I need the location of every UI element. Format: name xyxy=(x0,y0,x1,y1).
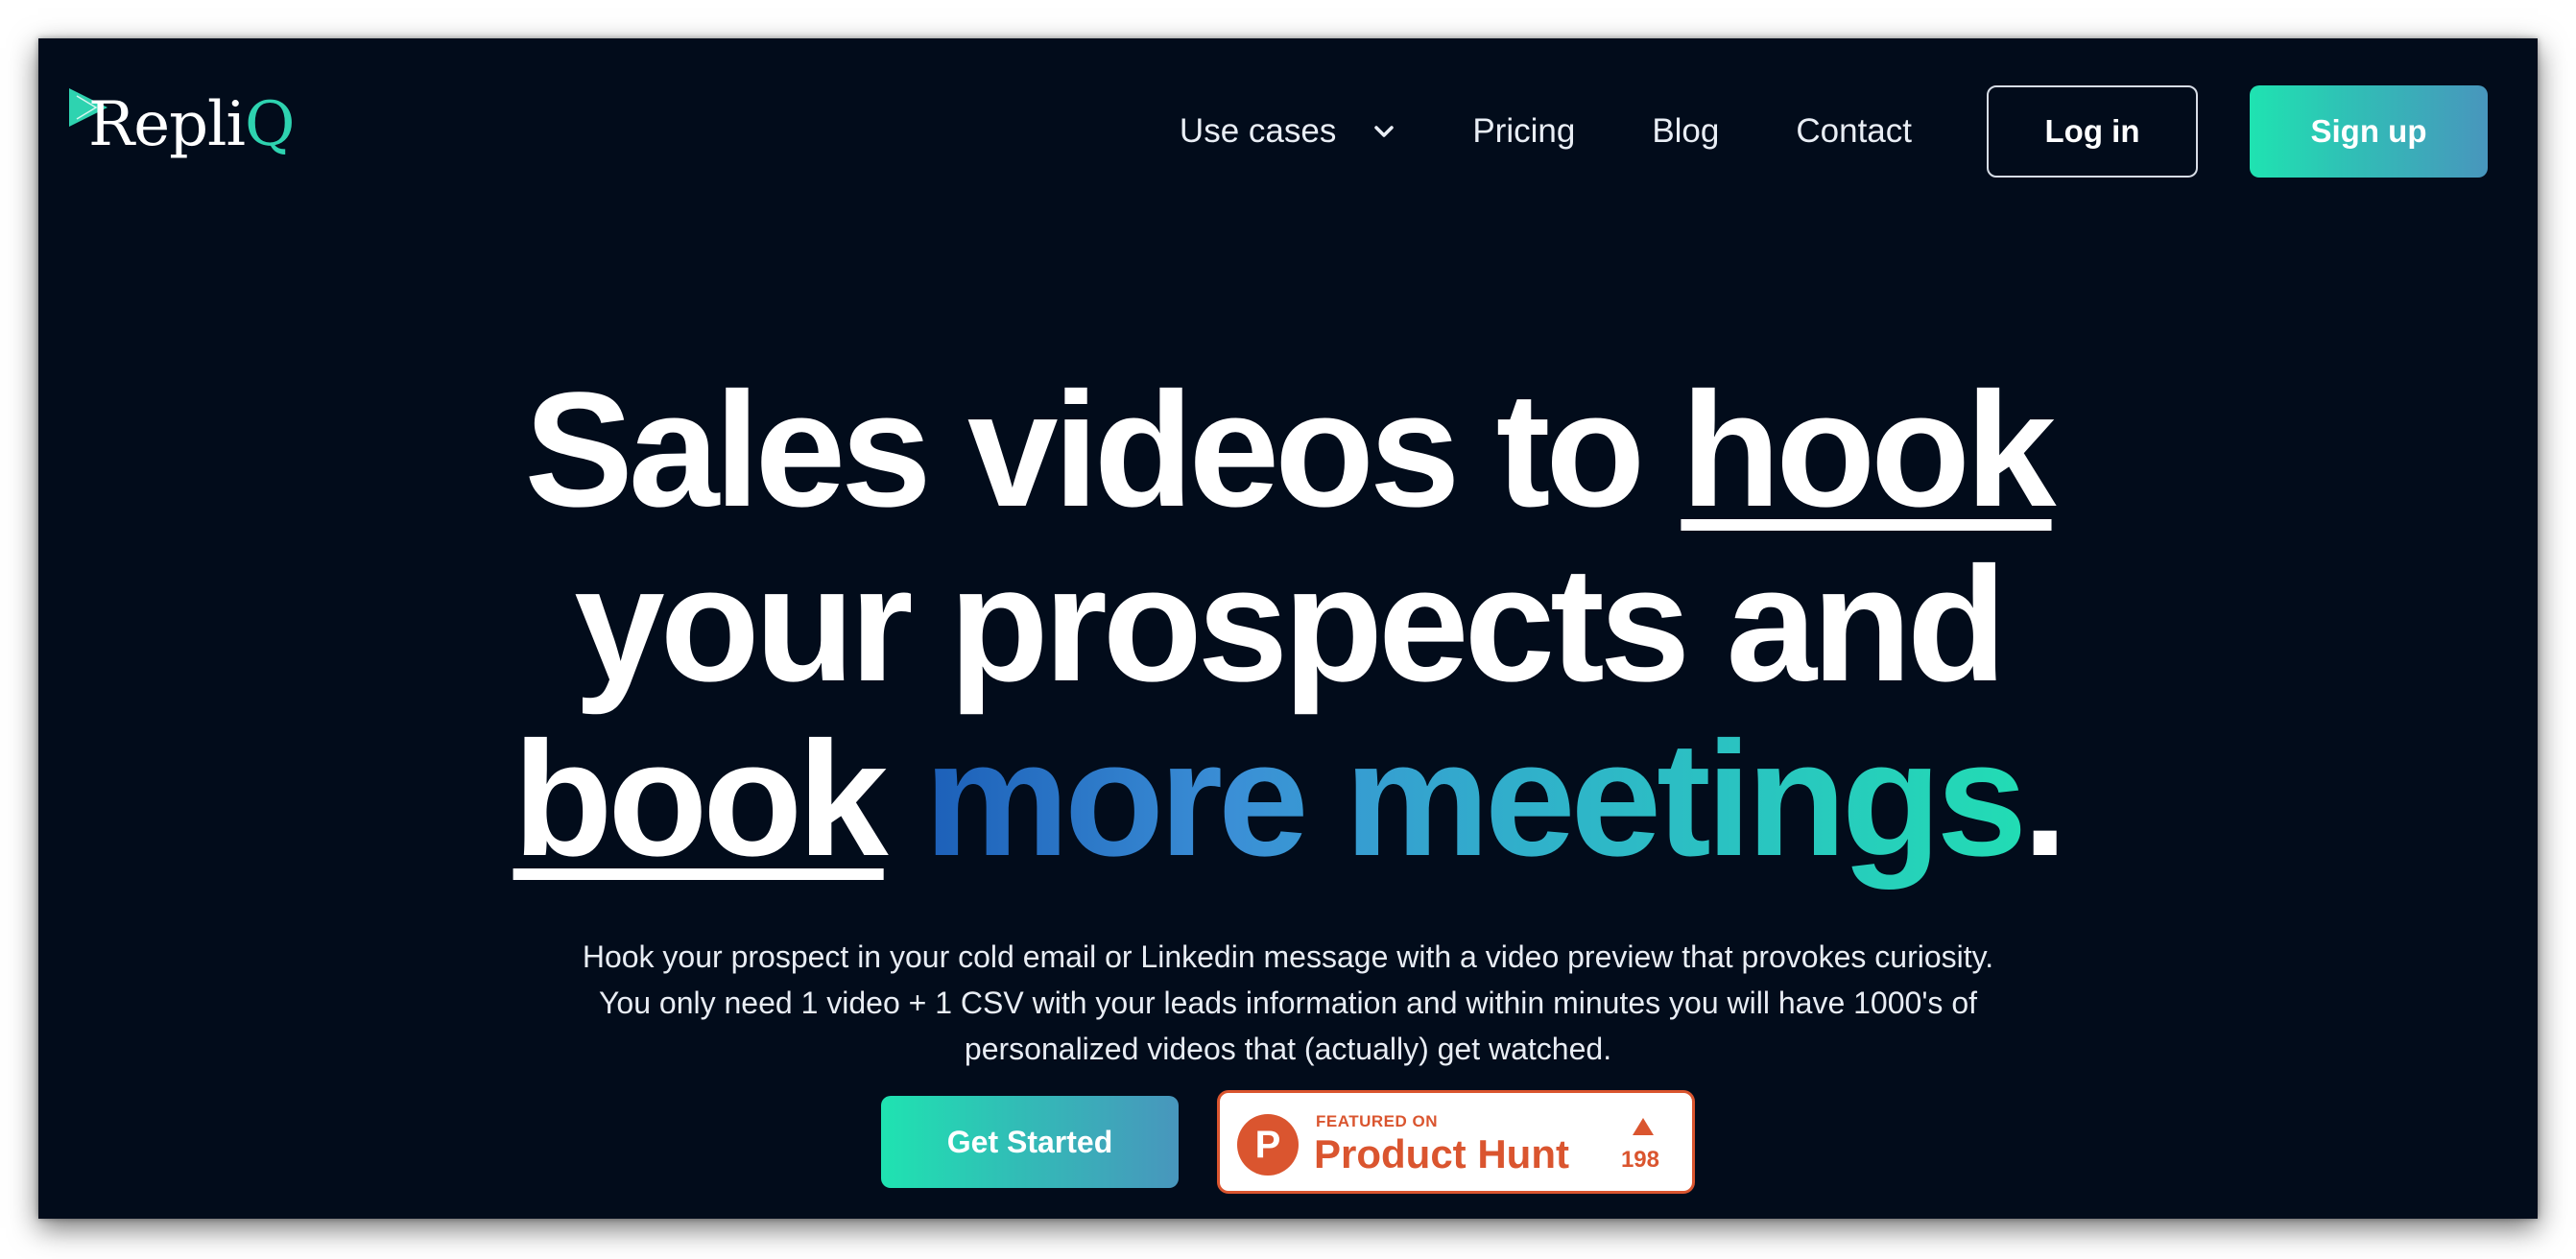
product-hunt-badge[interactable]: P FEATURED ON Product Hunt 198 xyxy=(1217,1090,1695,1194)
headline-text-1: Sales videos to xyxy=(524,359,1682,541)
hero-headline: Sales videos to hook your prospects and … xyxy=(38,363,2538,887)
login-button[interactable]: Log in xyxy=(1987,85,2198,178)
nav-blog[interactable]: Blog xyxy=(1652,112,1719,151)
signup-button[interactable]: Sign up xyxy=(2250,85,2488,178)
product-hunt-logo-icon: P xyxy=(1237,1114,1299,1176)
headline-book: book xyxy=(513,708,889,891)
subtitle-line: Hook your prospect in your cold email or… xyxy=(582,939,1994,974)
main-nav: Use cases Pricing Blog Contact Log in Si… xyxy=(1180,83,2488,179)
upvote-triangle-icon xyxy=(1633,1118,1654,1135)
browser-viewport: RepliQ Use cases Pricing Blog Contact Lo… xyxy=(38,38,2538,1219)
headline-text-2: your prospects and xyxy=(574,534,2007,716)
nav-pricing[interactable]: Pricing xyxy=(1472,112,1575,151)
cta-row: Get Started P FEATURED ON Product Hunt 1… xyxy=(38,1090,2538,1194)
product-hunt-upvote-count: 198 xyxy=(1620,1147,1659,1173)
subtitle-line: personalized videos that (actually) get … xyxy=(964,1032,1612,1066)
headline-period: . xyxy=(2022,708,2067,891)
nav-use-cases-label: Use cases xyxy=(1179,112,1337,150)
product-hunt-featured-label: FEATURED ON xyxy=(1316,1112,1439,1130)
product-hunt-name: Product Hunt xyxy=(1314,1131,1569,1176)
headline-more-meetings: more meetings xyxy=(923,708,2027,891)
subtitle-line: You only need 1 video + 1 CSV with your … xyxy=(599,986,1977,1020)
nav-contact[interactable]: Contact xyxy=(1796,112,1912,151)
get-started-button[interactable]: Get Started xyxy=(881,1096,1179,1188)
nav-use-cases[interactable]: Use cases xyxy=(1180,112,1395,151)
hero-subtitle: Hook your prospect in your cold email or… xyxy=(38,934,2538,1072)
headline-hook: hook xyxy=(1681,359,2056,541)
logo-wordmark: RepliQ xyxy=(88,89,295,160)
chevron-down-icon xyxy=(1372,124,1395,139)
repliq-logo[interactable]: RepliQ xyxy=(67,86,295,173)
